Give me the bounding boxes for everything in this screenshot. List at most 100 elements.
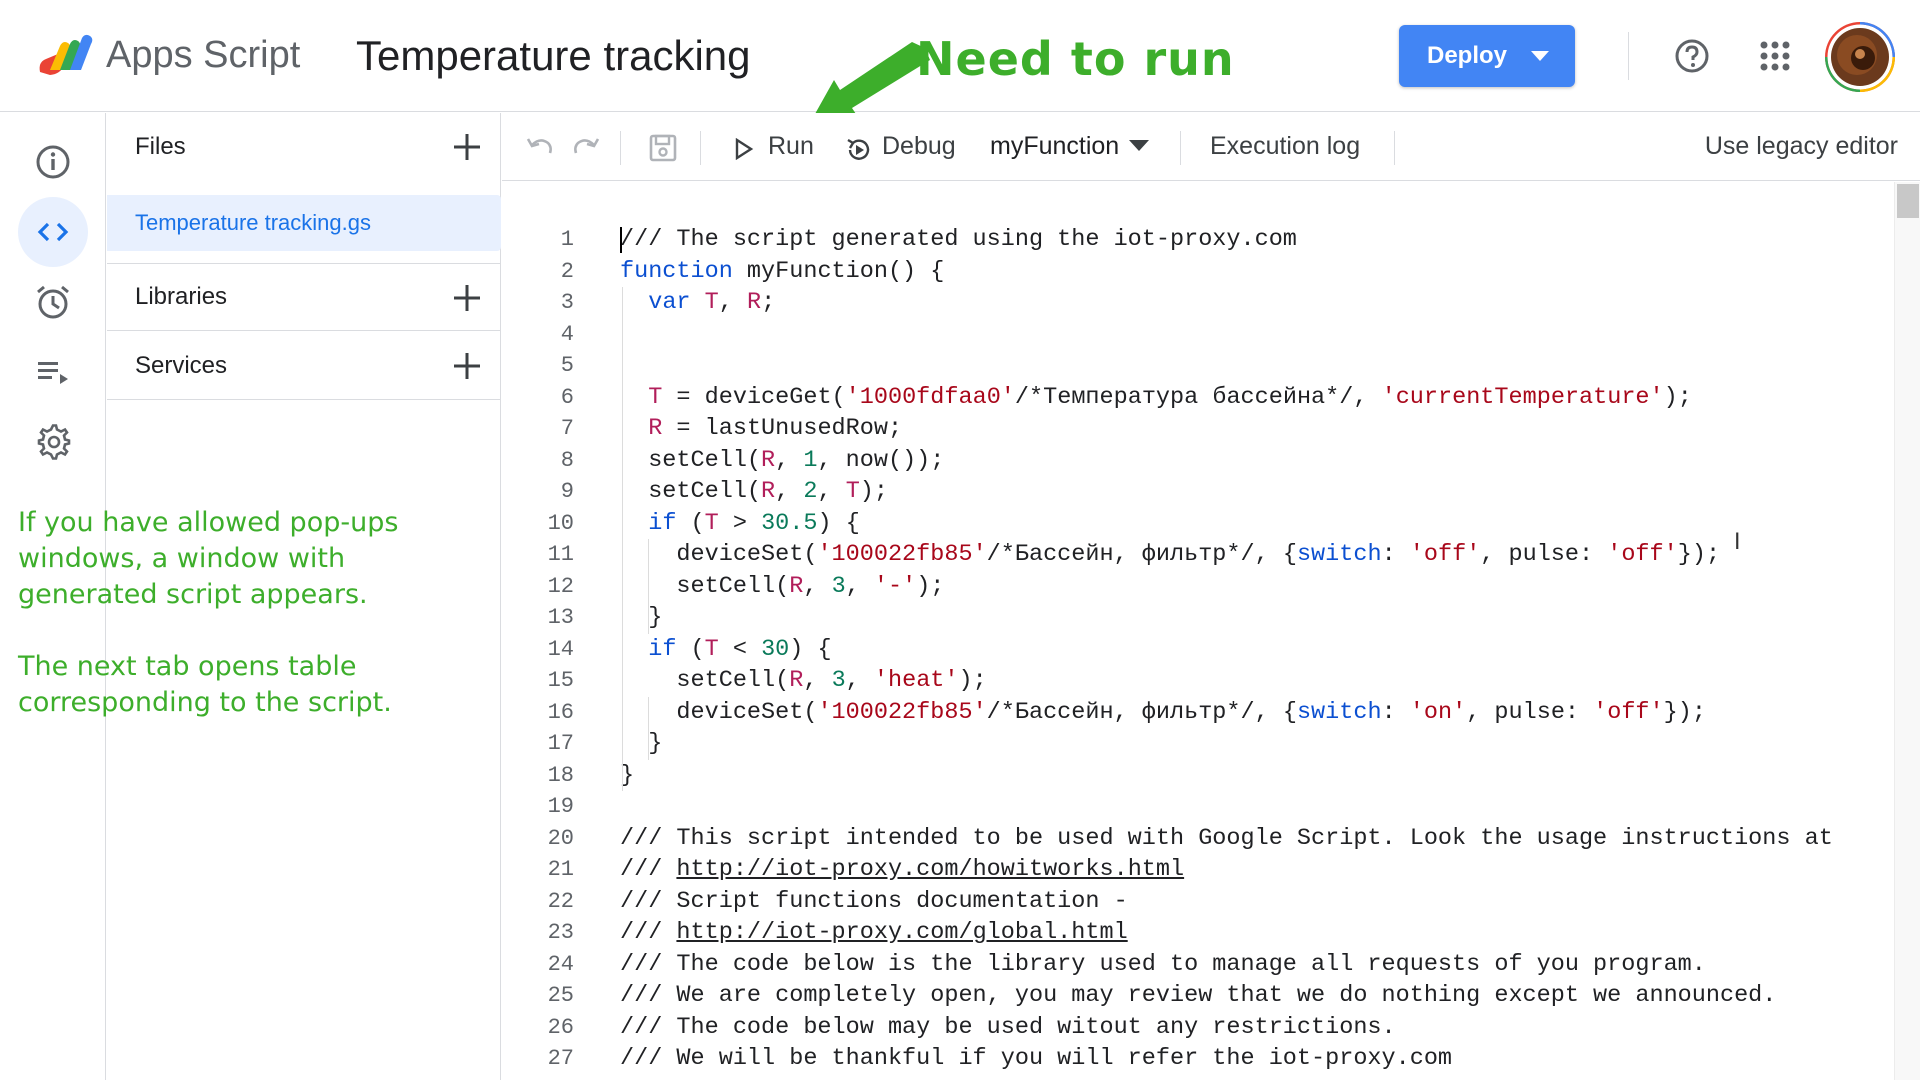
run-label: Run — [768, 132, 814, 160]
code-line[interactable]: 6 T = deviceGet('1000fdfaa0'/*Температур… — [502, 382, 1882, 414]
chevron-down-icon — [1531, 51, 1549, 61]
code-line[interactable]: 14 if (T < 30) { — [502, 634, 1882, 666]
redo-icon[interactable] — [572, 133, 602, 163]
undo-icon[interactable] — [524, 133, 554, 163]
code-line[interactable]: 19 — [502, 791, 1882, 823]
line-number: 9 — [560, 479, 574, 504]
code-text: if (T < 30) { — [648, 635, 832, 663]
table-tab-annotation: The next tab opens table corresponding t… — [18, 651, 392, 718]
code-line[interactable]: 7 R = lastUnusedRow; — [502, 413, 1882, 445]
popup-annotation: If you have allowed pop-ups windows, a w… — [18, 507, 399, 610]
add-service-plus-icon[interactable] — [451, 350, 483, 382]
rail-editor-button[interactable] — [18, 197, 88, 267]
project-title[interactable]: Temperature tracking — [356, 32, 751, 80]
add-file-plus-icon[interactable] — [451, 131, 483, 163]
code-editor[interactable]: 1 /// The script generated using the iot-… — [502, 182, 1920, 1080]
text-caret — [620, 227, 622, 253]
code-text: deviceSet('100022fb85'/*Бассейн, фильтр*… — [620, 541, 1721, 568]
avatar[interactable] — [1825, 22, 1895, 92]
run-annotation: Need to run — [916, 32, 1235, 86]
deploy-label: Deploy — [1427, 42, 1508, 69]
help-circle-icon[interactable] — [1674, 38, 1710, 74]
code-line[interactable]: 9 setCell(R, 2, T); — [502, 476, 1882, 508]
save-icon[interactable] — [648, 133, 678, 163]
line-number: 7 — [560, 416, 574, 441]
line-number: 5 — [560, 353, 574, 378]
code-line[interactable]: 5 — [502, 350, 1882, 382]
file-item-temperature-tracking[interactable]: Temperature tracking.gs — [107, 195, 501, 251]
code-line[interactable]: 8 setCell(R, 1, now()); — [502, 445, 1882, 477]
apps-grid-icon[interactable] — [1759, 40, 1791, 72]
indent-guide — [648, 696, 649, 760]
code-lines: 1 /// The script generated using the iot-… — [502, 224, 1882, 1075]
code-line[interactable]: 13 } — [502, 602, 1882, 634]
code-line[interactable]: 18} — [502, 760, 1882, 792]
code-line[interactable]: 17 } — [502, 728, 1882, 760]
code-text: var T, R; — [648, 289, 776, 316]
use-legacy-editor-link[interactable]: Use legacy editor — [1705, 132, 1898, 161]
code-line[interactable]: 23 /// http://iot-proxy.com/global.html — [502, 917, 1882, 949]
code-text: deviceSet('100022fb85'/*Бассейн, фильтр*… — [620, 698, 1706, 726]
chevron-down-icon — [1129, 139, 1150, 151]
rail-settings-button[interactable] — [18, 407, 88, 477]
indent-guide — [622, 287, 623, 791]
code-line[interactable]: 10 if (T > 30.5) { — [502, 508, 1882, 540]
deploy-button[interactable]: Deploy — [1399, 25, 1575, 87]
code-text: setCell(R, 3, 'heat'); — [620, 667, 987, 694]
rail-triggers-button[interactable] — [18, 267, 88, 337]
rail-overview-button[interactable] — [18, 127, 88, 197]
toolbar-divider — [620, 131, 621, 165]
header-divider — [1628, 32, 1629, 80]
code-line[interactable]: 15 setCell(R, 3, 'heat'); — [502, 665, 1882, 697]
line-number: 11 — [547, 542, 574, 567]
line-number: 4 — [560, 321, 574, 347]
execution-log-button[interactable]: Execution log — [1210, 132, 1360, 161]
debug-icon — [847, 138, 870, 160]
code-line[interactable]: 24 /// The code below is the library used… — [502, 949, 1882, 981]
code-text: /// The code below is the library used t… — [620, 950, 1706, 978]
files-label: Files — [135, 133, 186, 160]
code-line[interactable]: 1 /// The script generated using the iot-… — [502, 224, 1882, 256]
line-number: 23 — [547, 920, 574, 945]
code-line[interactable]: 16 deviceSet('100022fb85'/*Бассейн, филь… — [502, 697, 1882, 729]
line-number: 27 — [547, 1046, 574, 1071]
line-number: 1 — [560, 227, 574, 252]
function-select[interactable]: myFunction — [990, 132, 1150, 161]
text-cursor-icon: I — [1734, 530, 1741, 555]
line-number: 25 — [547, 983, 574, 1008]
apps-script-logo-icon[interactable] — [36, 32, 96, 80]
toolbar-divider — [1394, 131, 1395, 165]
line-number: 22 — [547, 888, 574, 914]
code-text: /// This script intended to be used with… — [620, 824, 1833, 852]
line-number: 12 — [547, 573, 574, 599]
toolbar-divider — [1180, 131, 1181, 165]
code-text: T = deviceGet('1000fdfaa0'/*Температура … — [648, 383, 1692, 411]
code-line[interactable]: 4 — [502, 319, 1882, 351]
code-line[interactable]: 22 /// Script functions documentation - — [502, 886, 1882, 918]
alarm-clock-icon — [37, 285, 69, 319]
editor-toolbar: Run Debug myFunction Execution log Use l… — [502, 113, 1920, 181]
gear-icon — [37, 424, 71, 460]
list-play-icon — [38, 362, 68, 384]
editor-scrollbar[interactable] — [1894, 182, 1920, 1080]
code-line[interactable]: 25 /// We are completely open, you may re… — [502, 980, 1882, 1012]
product-name[interactable]: Apps Script — [106, 34, 300, 77]
code-line[interactable]: 3 var T, R; — [502, 287, 1882, 319]
add-library-plus-icon[interactable] — [451, 282, 483, 314]
code-text: /// http://iot-proxy.com/howitworks.html — [620, 856, 1185, 883]
debug-button[interactable]: Debug — [844, 132, 964, 164]
code-text: /// We will be thankful if you will refe… — [620, 1045, 1453, 1072]
code-line[interactable]: 2 function myFunction() { — [502, 256, 1882, 288]
function-select-value: myFunction — [990, 132, 1120, 160]
line-number: 16 — [547, 699, 574, 725]
code-icon — [37, 222, 69, 242]
code-line[interactable]: 20 /// This script intended to be used wi… — [502, 823, 1882, 855]
code-line[interactable]: 26 /// The code below may be used witout … — [502, 1012, 1882, 1044]
code-line[interactable]: 11 deviceSet('100022fb85'/*Бассейн, филь… — [502, 539, 1882, 571]
code-line[interactable]: 12 setCell(R, 3, '-'); — [502, 571, 1882, 603]
line-number: 26 — [547, 1014, 574, 1040]
scrollbar-thumb[interactable] — [1897, 184, 1919, 218]
rail-executions-button[interactable] — [18, 337, 88, 407]
code-line[interactable]: 27 /// We will be thankful if you will re… — [502, 1043, 1882, 1075]
code-line[interactable]: 21 /// http://iot-proxy.com/howitworks.ht… — [502, 854, 1882, 886]
